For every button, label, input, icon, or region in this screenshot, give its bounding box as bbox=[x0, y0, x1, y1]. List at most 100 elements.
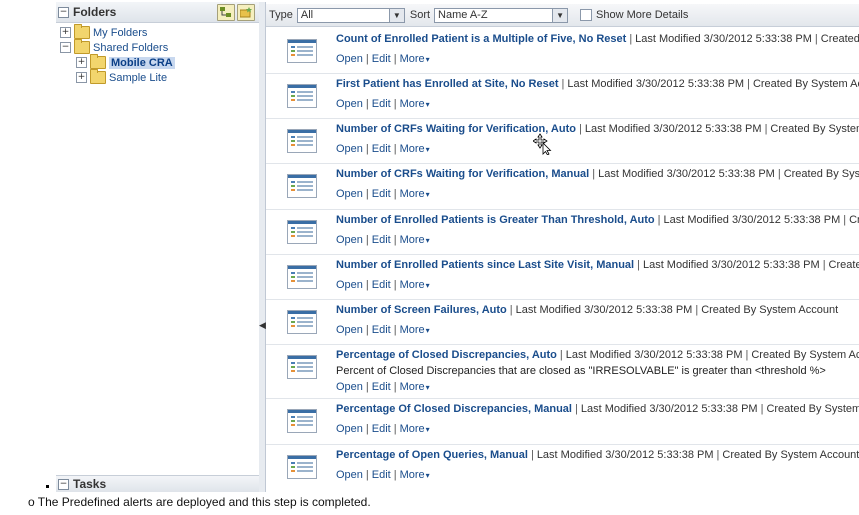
alert-title-link[interactable]: Count of Enrolled Patient is a Multiple … bbox=[336, 33, 626, 45]
sort-select[interactable]: Name A-Z ▼ bbox=[434, 7, 569, 23]
alert-title-link[interactable]: Percentage Of Closed Discrepancies, Manu… bbox=[336, 403, 572, 415]
open-link[interactable]: Open bbox=[336, 279, 363, 291]
alert-object-icon[interactable] bbox=[287, 409, 317, 433]
new-folder-icon[interactable] bbox=[237, 4, 255, 21]
more-menu-link[interactable]: More▾ bbox=[400, 381, 430, 393]
catalog-content: Type All ▼ Sort Name A-Z ▼ Show More Det… bbox=[266, 4, 859, 492]
chevron-down-icon[interactable]: ▾ bbox=[426, 383, 430, 392]
tree-item-label[interactable]: My Folders bbox=[93, 27, 147, 39]
more-menu-link[interactable]: More▾ bbox=[400, 279, 430, 291]
tree-item-mobile-cra[interactable]: + Mobile CRA bbox=[76, 54, 175, 70]
collapse-folders-icon[interactable]: − bbox=[58, 7, 69, 18]
chevron-down-icon[interactable]: ▾ bbox=[426, 326, 430, 335]
separator: | bbox=[393, 143, 397, 155]
more-label: More bbox=[399, 423, 425, 435]
show-more-details-label[interactable]: Show More Details bbox=[596, 9, 688, 21]
separator: | bbox=[657, 214, 661, 226]
edit-link[interactable]: Edit bbox=[372, 381, 391, 393]
alert-title-link[interactable]: Percentage of Open Queries, Manual bbox=[336, 449, 528, 461]
more-label: More bbox=[399, 381, 425, 393]
edit-link[interactable]: Edit bbox=[372, 234, 391, 246]
bullet-marker bbox=[46, 485, 49, 488]
tree-item-label[interactable]: Sample Lite bbox=[109, 72, 167, 84]
more-menu-link[interactable]: More▾ bbox=[400, 423, 430, 435]
alert-object-icon[interactable] bbox=[287, 129, 317, 153]
open-link[interactable]: Open bbox=[336, 143, 363, 155]
alert-list-item: Percentage of Closed Discrepancies, Auto… bbox=[266, 344, 859, 399]
type-select-value: All bbox=[300, 9, 314, 21]
more-menu-link[interactable]: More▾ bbox=[400, 98, 430, 110]
open-link[interactable]: Open bbox=[336, 324, 363, 336]
alert-title-link[interactable]: First Patient has Enrolled at Site, No R… bbox=[336, 78, 559, 90]
more-menu-link[interactable]: More▾ bbox=[400, 469, 430, 481]
open-link[interactable]: Open bbox=[336, 53, 363, 65]
separator: | bbox=[822, 259, 826, 271]
chevron-down-icon[interactable]: ▾ bbox=[426, 281, 430, 290]
open-link[interactable]: Open bbox=[336, 98, 363, 110]
chevron-down-icon[interactable]: ▾ bbox=[426, 236, 430, 245]
panel-splitter[interactable]: ◀ bbox=[259, 2, 266, 492]
edit-link[interactable]: Edit bbox=[372, 324, 391, 336]
chevron-down-icon[interactable]: ▾ bbox=[426, 100, 430, 109]
alert-object-icon[interactable] bbox=[287, 84, 317, 108]
edit-link[interactable]: Edit bbox=[372, 469, 391, 481]
chevron-down-icon[interactable]: ▾ bbox=[426, 145, 430, 154]
more-menu-link[interactable]: More▾ bbox=[400, 234, 430, 246]
collapse-left-arrow-icon[interactable]: ◀ bbox=[259, 320, 266, 331]
edit-link[interactable]: Edit bbox=[372, 98, 391, 110]
alert-title-link[interactable]: Number of Enrolled Patients is Greater T… bbox=[336, 214, 655, 226]
tree-item-label[interactable]: Mobile CRA bbox=[109, 56, 175, 69]
alert-object-icon[interactable] bbox=[287, 355, 317, 379]
expand-icon[interactable]: + bbox=[76, 57, 87, 68]
folder-icon bbox=[90, 54, 106, 69]
collapse-icon[interactable]: − bbox=[60, 42, 71, 53]
tree-view-icon[interactable] bbox=[217, 4, 235, 21]
alert-object-icon[interactable] bbox=[287, 455, 317, 479]
separator: | bbox=[365, 143, 369, 155]
chevron-down-icon[interactable]: ▼ bbox=[388, 8, 404, 22]
alert-title-link[interactable]: Number of Enrolled Patients since Last S… bbox=[336, 259, 634, 271]
edit-link[interactable]: Edit bbox=[372, 188, 391, 200]
alert-object-icon[interactable] bbox=[287, 310, 317, 334]
more-menu-link[interactable]: More▾ bbox=[400, 188, 430, 200]
alert-object-icon[interactable] bbox=[287, 220, 317, 244]
alert-title-link[interactable]: Number of Screen Failures, Auto bbox=[336, 304, 507, 316]
edit-link[interactable]: Edit bbox=[372, 53, 391, 65]
type-select[interactable]: All ▼ bbox=[296, 7, 405, 23]
more-label: More bbox=[399, 279, 425, 291]
alert-title-link[interactable]: Percentage of Closed Discrepancies, Auto bbox=[336, 349, 557, 361]
tree-item-label[interactable]: Shared Folders bbox=[93, 42, 168, 54]
show-more-details-checkbox[interactable] bbox=[580, 9, 593, 21]
open-link[interactable]: Open bbox=[336, 188, 363, 200]
alert-object-icon[interactable] bbox=[287, 265, 317, 289]
more-menu-link[interactable]: More▾ bbox=[400, 324, 430, 336]
open-link[interactable]: Open bbox=[336, 381, 363, 393]
tree-item-shared-folders[interactable]: − Shared Folders bbox=[60, 39, 168, 55]
alert-object-icon[interactable] bbox=[287, 39, 317, 63]
alert-title-link[interactable]: Number of CRFs Waiting for Verification,… bbox=[336, 168, 589, 180]
chevron-down-icon[interactable]: ▼ bbox=[552, 8, 568, 22]
tree-item-sample-lite[interactable]: + Sample Lite bbox=[76, 69, 167, 85]
sort-select-value: Name A-Z bbox=[438, 9, 488, 21]
chevron-down-icon[interactable]: ▾ bbox=[426, 55, 430, 64]
chevron-down-icon[interactable]: ▾ bbox=[426, 471, 430, 480]
tasks-header[interactable]: − Tasks bbox=[56, 475, 259, 492]
tree-item-my-folders[interactable]: + My Folders bbox=[60, 24, 147, 40]
expand-icon[interactable]: + bbox=[60, 27, 71, 38]
separator: | bbox=[578, 123, 582, 135]
expand-icon[interactable]: + bbox=[76, 72, 87, 83]
chevron-down-icon[interactable]: ▾ bbox=[426, 190, 430, 199]
open-link[interactable]: Open bbox=[336, 469, 363, 481]
alert-summary-line: Percentage Of Closed Discrepancies, Manu… bbox=[336, 403, 859, 415]
more-menu-link[interactable]: More▾ bbox=[400, 53, 430, 65]
chevron-down-icon[interactable]: ▾ bbox=[426, 425, 430, 434]
alert-object-icon[interactable] bbox=[287, 174, 317, 198]
collapse-tasks-icon[interactable]: − bbox=[58, 479, 69, 490]
open-link[interactable]: Open bbox=[336, 234, 363, 246]
edit-link[interactable]: Edit bbox=[372, 143, 391, 155]
edit-link[interactable]: Edit bbox=[372, 279, 391, 291]
separator: | bbox=[747, 78, 750, 90]
more-menu-link[interactable]: More▾ bbox=[400, 143, 430, 155]
edit-link[interactable]: Edit bbox=[372, 423, 391, 435]
open-link[interactable]: Open bbox=[336, 423, 363, 435]
